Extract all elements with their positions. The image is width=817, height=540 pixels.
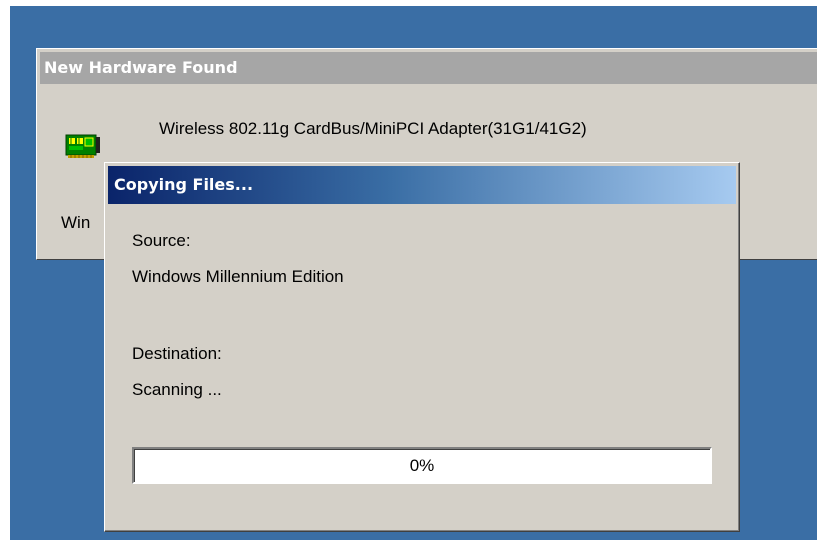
hardware-window-title: New Hardware Found (44, 58, 238, 77)
copying-files-title: Copying Files... (114, 175, 254, 194)
copying-files-titlebar[interactable]: Copying Files... (108, 166, 736, 204)
progress-percent: 0% (409, 456, 435, 475)
destination-value: Scanning ... (132, 380, 222, 399)
copy-progress-bar: 0% (132, 447, 712, 484)
destination-label: Destination: (132, 344, 222, 363)
network-card-icon (65, 133, 101, 163)
source-label: Source: (132, 231, 191, 250)
source-value: Windows Millennium Edition (132, 267, 344, 286)
hardware-window-titlebar[interactable]: New Hardware Found (40, 52, 817, 84)
device-name: Wireless 802.11g CardBus/MiniPCI Adapter… (159, 119, 587, 138)
copying-files-dialog: Copying Files... Source: Windows Millenn… (104, 162, 740, 532)
